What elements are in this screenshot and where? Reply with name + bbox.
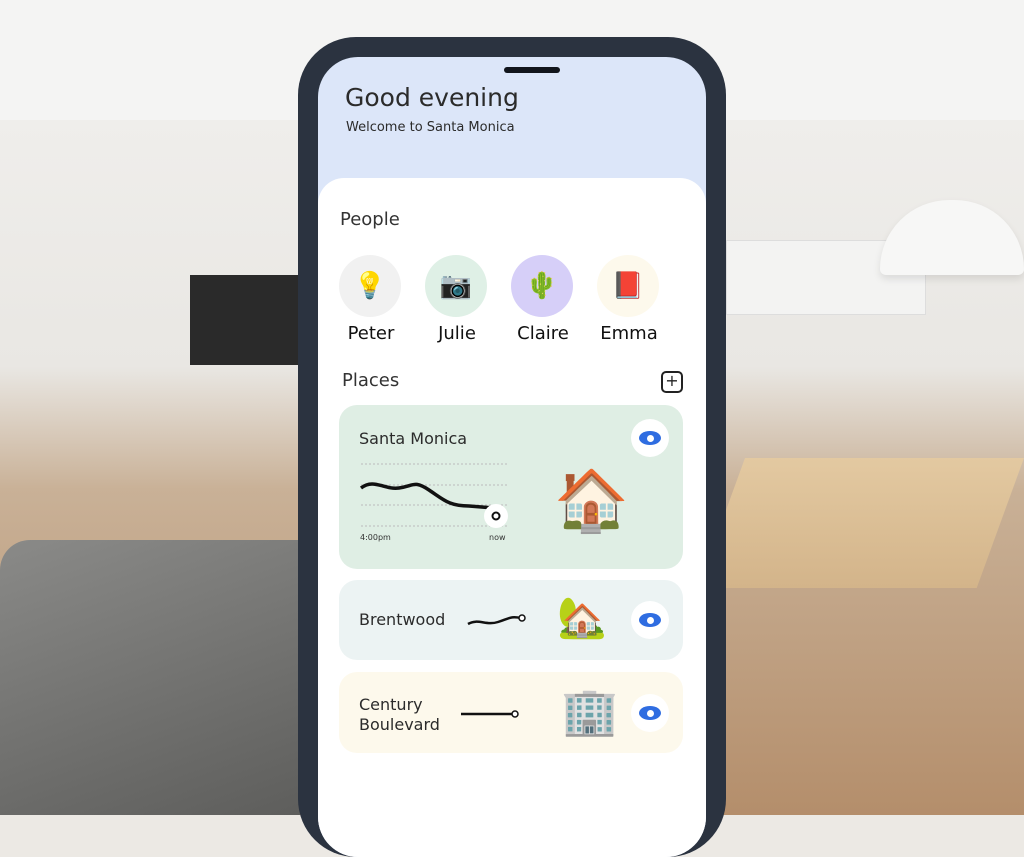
dining-table xyxy=(697,458,1024,588)
graph-start-label: 4:00pm xyxy=(360,533,391,542)
eye-icon[interactable] xyxy=(631,694,669,732)
place-card-santa-monica[interactable]: Santa Monica 4:00pm now 🏠 xyxy=(339,405,683,569)
speaker xyxy=(504,67,560,73)
sofa xyxy=(0,540,300,815)
eye-icon[interactable] xyxy=(631,601,669,639)
place-card-century-boulevard[interactable]: Century Boulevard 🏢 xyxy=(339,672,683,753)
person-peter[interactable]: 💡 Peter xyxy=(339,255,403,344)
activity-graph xyxy=(359,463,508,528)
phone-screen: Good evening Welcome to Santa Monica Peo… xyxy=(318,57,706,857)
person-julie[interactable]: 📷 Julie xyxy=(425,255,489,344)
places-heading: Places xyxy=(342,370,400,391)
greeting-title: Good evening xyxy=(345,83,519,112)
place-name: Century Boulevard xyxy=(359,695,440,734)
person-emma[interactable]: 📕 Emma xyxy=(597,255,661,344)
activity-line xyxy=(461,710,519,718)
house-icon: 🏠 xyxy=(554,466,629,536)
camera-icon: 📷 xyxy=(425,255,487,317)
phone-frame: Good evening Welcome to Santa Monica Peo… xyxy=(298,37,726,857)
person-name: Emma xyxy=(600,323,658,344)
graph-end-label: now xyxy=(489,533,506,542)
eye-icon[interactable] xyxy=(631,419,669,457)
greeting-subtitle: Welcome to Santa Monica xyxy=(346,120,515,135)
plus-icon: + xyxy=(665,371,679,390)
person-name: Julie xyxy=(438,323,476,344)
person-claire[interactable]: 🌵 Claire xyxy=(511,255,575,344)
cactus-icon: 🌵 xyxy=(511,255,573,317)
tv xyxy=(190,275,300,365)
person-name: Peter xyxy=(347,323,395,344)
place-name: Brentwood xyxy=(359,610,446,629)
book-icon: 📕 xyxy=(597,255,659,317)
add-place-button[interactable]: + xyxy=(661,371,683,393)
lamp-icon: 💡 xyxy=(339,255,401,317)
people-heading: People xyxy=(340,209,400,230)
activity-line xyxy=(467,614,526,626)
person-name: Claire xyxy=(517,323,569,344)
place-card-brentwood[interactable]: Brentwood 🏡 xyxy=(339,580,683,660)
modern-house-icon: 🏡 xyxy=(557,595,607,641)
office-building-icon: 🏢 xyxy=(561,684,619,738)
place-name: Santa Monica xyxy=(359,429,468,448)
